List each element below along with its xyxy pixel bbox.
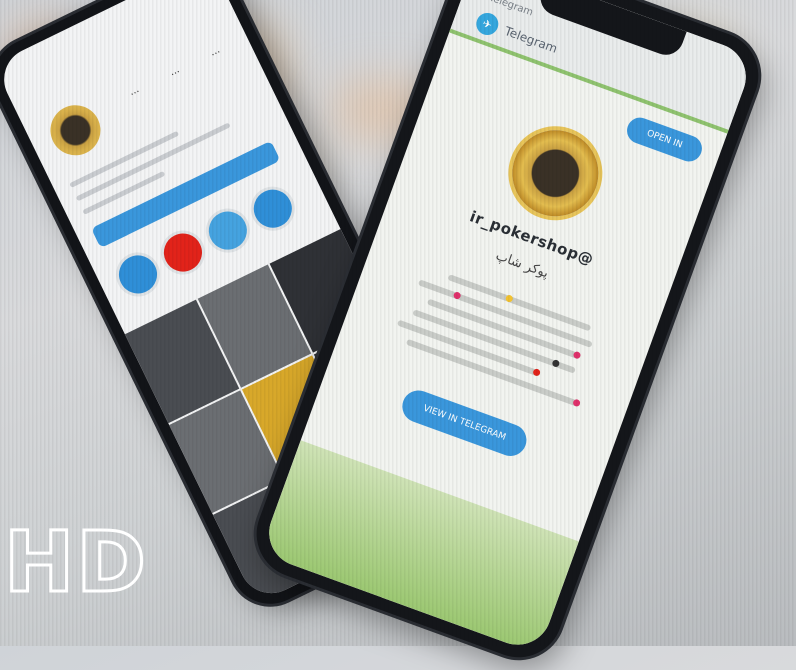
profile-stat: ... [167, 64, 182, 79]
telegram-footer [259, 440, 579, 655]
view-in-telegram-button[interactable]: VIEW IN TELEGRAM [397, 385, 531, 461]
description-line [411, 309, 577, 374]
profile-stat: ... [208, 44, 222, 59]
hd-badge: HD [2, 513, 149, 611]
app-name: Telegram [502, 23, 560, 56]
profile-avatar[interactable] [42, 96, 109, 164]
channel-avatar [500, 118, 611, 229]
highlight-story[interactable] [198, 201, 258, 261]
highlight-story[interactable] [153, 223, 213, 282]
profile-stat: ... [127, 84, 141, 99]
highlight-story[interactable] [243, 179, 303, 239]
telegram-logo-icon: ✈ [473, 9, 502, 39]
highlight-story[interactable] [108, 245, 168, 304]
open-in-app-button[interactable]: OPEN IN [623, 113, 706, 166]
